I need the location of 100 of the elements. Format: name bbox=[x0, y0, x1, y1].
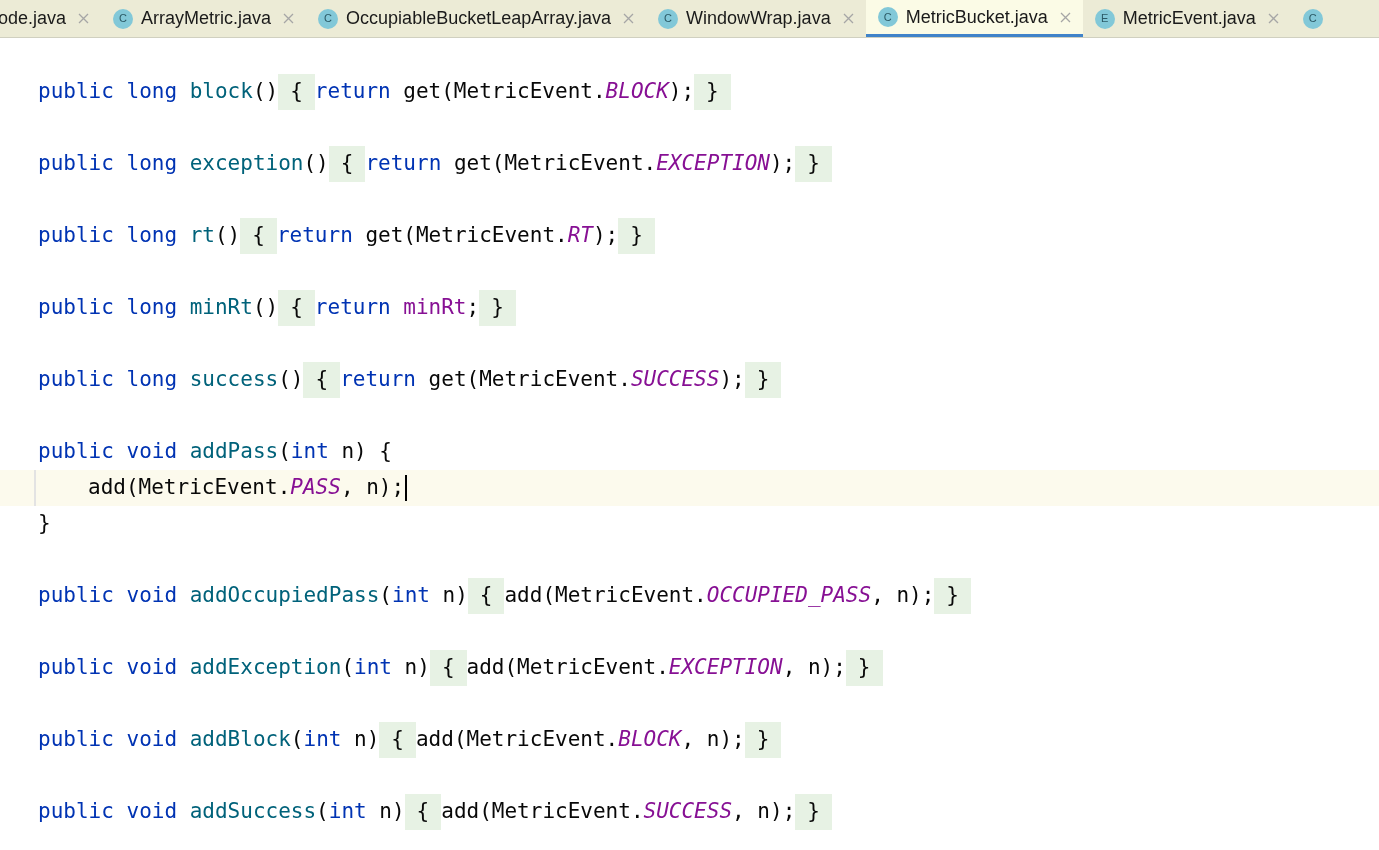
code-text: () bbox=[278, 366, 304, 394]
keyword: public void bbox=[38, 726, 178, 754]
code-text: , n); bbox=[871, 582, 935, 610]
folded-brace[interactable]: } bbox=[744, 722, 782, 758]
code-text: ); bbox=[769, 150, 796, 178]
folded-brace[interactable]: } bbox=[795, 794, 832, 830]
folded-brace[interactable]: { bbox=[278, 74, 315, 110]
method-name: success bbox=[189, 366, 279, 394]
code-text: ( bbox=[379, 582, 392, 610]
keyword: int bbox=[290, 438, 329, 466]
code-text: ); bbox=[719, 366, 745, 394]
code-text: , n); bbox=[681, 726, 745, 754]
class-icon: C bbox=[113, 8, 134, 29]
code-text: add(MetricEvent. bbox=[466, 654, 669, 682]
constant: RT bbox=[567, 222, 593, 250]
editor-tab[interactable]: C WindowWrap.java bbox=[645, 0, 866, 37]
code-text: n) bbox=[379, 798, 405, 826]
keyword: int bbox=[354, 654, 392, 682]
folded-brace[interactable]: } bbox=[479, 290, 516, 326]
code-text: add(MetricEvent. bbox=[504, 582, 707, 610]
code-text: ; bbox=[466, 294, 480, 322]
code-text: get(MetricEvent. bbox=[365, 222, 568, 250]
code-text: ( bbox=[316, 798, 329, 826]
editor-tab[interactable]: C OccupiableBucketLeapArray.java bbox=[306, 0, 646, 37]
method-name: addException bbox=[189, 654, 342, 682]
folded-brace[interactable]: { bbox=[278, 290, 315, 326]
constant: PASS bbox=[290, 474, 341, 502]
constant: BLOCK bbox=[605, 78, 669, 106]
constant: OCCUPIED_PASS bbox=[706, 582, 872, 610]
keyword: public long bbox=[38, 150, 178, 178]
code-text: () bbox=[252, 78, 279, 106]
keyword: int bbox=[392, 582, 430, 610]
method-name: addBlock bbox=[189, 726, 291, 754]
folded-brace[interactable]: { bbox=[303, 362, 341, 398]
keyword: public long bbox=[38, 78, 178, 106]
folded-brace[interactable]: } bbox=[934, 578, 971, 614]
method-name: exception bbox=[189, 150, 304, 178]
close-icon[interactable] bbox=[283, 13, 295, 24]
code-text: add(MetricEvent. bbox=[441, 798, 644, 826]
folded-brace[interactable]: { bbox=[240, 218, 277, 254]
tab-label: OccupiableBucketLeapArray.java bbox=[346, 7, 611, 30]
method-name: rt bbox=[189, 222, 215, 250]
folded-brace[interactable]: { bbox=[429, 650, 467, 686]
keyword: public long bbox=[38, 222, 178, 250]
folded-brace[interactable]: { bbox=[467, 578, 505, 614]
code-text: n) bbox=[404, 654, 430, 682]
tab-label: ArrayMetric.java bbox=[141, 7, 272, 30]
class-icon: C bbox=[657, 8, 678, 29]
code-text: , n); bbox=[782, 654, 846, 682]
keyword: return bbox=[340, 366, 416, 394]
keyword: public void bbox=[38, 798, 178, 826]
editor-tab[interactable]: E MetricEvent.java bbox=[1082, 0, 1291, 37]
field-name: minRt bbox=[403, 294, 467, 322]
close-icon[interactable] bbox=[78, 13, 90, 24]
method-name: minRt bbox=[189, 294, 253, 322]
folded-brace[interactable]: { bbox=[379, 722, 416, 758]
close-icon[interactable] bbox=[842, 13, 854, 24]
class-icon: E bbox=[1094, 8, 1115, 29]
close-icon[interactable] bbox=[1267, 13, 1279, 24]
close-icon[interactable] bbox=[1059, 11, 1071, 23]
code-text: ( bbox=[290, 726, 304, 754]
folded-brace[interactable]: } bbox=[618, 218, 655, 254]
code-text: () bbox=[252, 294, 279, 322]
keyword: public void bbox=[38, 654, 178, 682]
class-icon: C bbox=[1302, 8, 1323, 29]
keyword: public void bbox=[38, 438, 178, 466]
method-name: addPass bbox=[189, 438, 279, 466]
constant: EXCEPTION bbox=[668, 654, 783, 682]
keyword: public void bbox=[38, 582, 178, 610]
editor-tab[interactable]: C MetricBucket.java bbox=[865, 0, 1083, 37]
keyword: public long bbox=[38, 294, 178, 322]
close-icon[interactable] bbox=[622, 13, 634, 24]
folded-brace[interactable]: { bbox=[404, 794, 442, 830]
code-text: get(MetricEvent. bbox=[453, 150, 657, 178]
tab-label: WindowWrap.java bbox=[685, 7, 831, 30]
code-text: ( bbox=[278, 438, 291, 466]
code-text: ( bbox=[341, 654, 355, 682]
method-name: block bbox=[189, 78, 253, 106]
folded-brace[interactable]: } bbox=[744, 362, 782, 398]
code-text: n) bbox=[442, 582, 468, 610]
editor-tab[interactable]: C bbox=[1290, 0, 1335, 37]
keyword: return bbox=[276, 222, 353, 250]
code-text: , n); bbox=[732, 798, 796, 826]
code-text: get(MetricEvent. bbox=[428, 366, 631, 394]
class-icon: C bbox=[318, 8, 339, 29]
code-text: get(MetricEvent. bbox=[403, 78, 606, 106]
constant: BLOCK bbox=[618, 726, 682, 754]
folded-brace[interactable]: } bbox=[694, 74, 731, 110]
constant: SUCCESS bbox=[630, 366, 720, 394]
folded-brace[interactable]: } bbox=[795, 146, 832, 182]
editor-tab[interactable]: C ArrayMetric.java bbox=[101, 0, 307, 37]
code-text: n) bbox=[354, 726, 380, 754]
folded-brace[interactable]: } bbox=[845, 650, 883, 686]
keyword: return bbox=[314, 294, 391, 322]
folded-brace[interactable]: { bbox=[328, 146, 366, 182]
code-text: add(MetricEvent. bbox=[415, 726, 619, 754]
class-icon: C bbox=[877, 7, 898, 27]
keyword: return bbox=[314, 78, 391, 106]
code-text: } bbox=[38, 510, 51, 538]
method-name: addSuccess bbox=[189, 798, 317, 826]
